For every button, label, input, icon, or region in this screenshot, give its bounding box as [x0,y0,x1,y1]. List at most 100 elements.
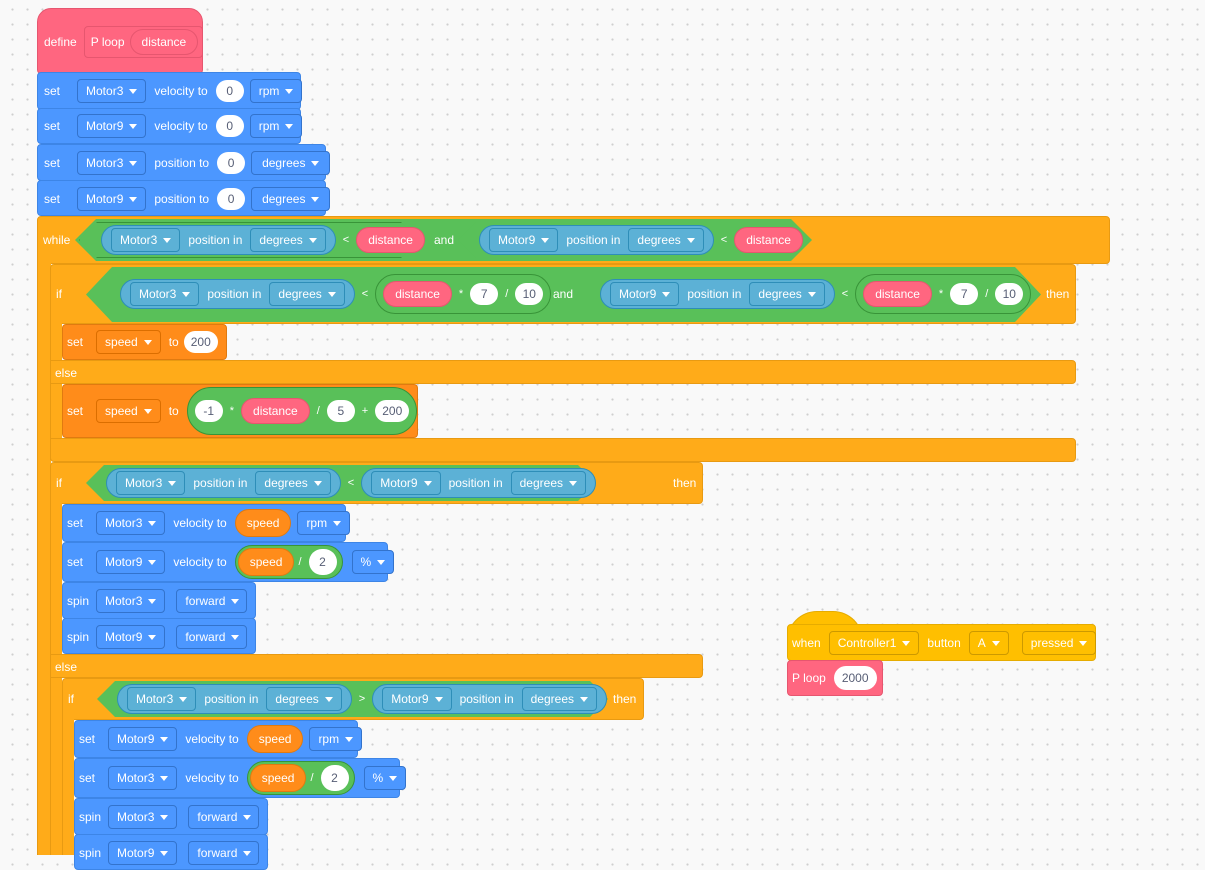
direction-value: forward [185,630,226,644]
motor-dropdown[interactable]: Motor3 [96,511,166,535]
motor3-position-reporter[interactable]: Motor3 position in degrees [120,279,355,309]
block-label: position to [154,156,210,170]
unit-dropdown[interactable]: degrees [269,282,345,306]
less-than-sign: < [342,234,350,246]
motor-dropdown[interactable]: Motor9 [108,841,178,865]
unit-dropdown[interactable]: degrees [521,687,597,711]
reporter-label: position in [687,287,742,301]
button-dropdown[interactable]: A [968,631,1009,655]
motor-dropdown[interactable]: Motor3 [127,687,197,711]
define-keyword: define [44,35,77,49]
divide-sign: / [310,772,314,784]
divide-operator[interactable]: speed / 2 [246,761,355,795]
distance-reporter[interactable]: distance [734,227,803,253]
motor-dropdown[interactable]: Motor3 [108,805,178,829]
motor-value: Motor3 [136,692,174,706]
motor-dropdown[interactable]: Motor9 [489,228,559,252]
then-keyword: then [673,476,697,490]
motor-dropdown[interactable]: Motor9 [96,625,166,649]
unit-dropdown[interactable]: degrees [628,228,704,252]
unit-dropdown[interactable]: rpm [297,511,351,535]
motor3-position-reporter[interactable]: Motor3 position in degrees [106,468,341,498]
direction-dropdown[interactable]: forward [176,625,248,649]
controller-dropdown[interactable]: Controller1 [828,631,920,655]
distance-reporter[interactable]: distance [241,398,310,424]
motor9-position-reporter[interactable]: Motor9 position in degrees [600,279,835,309]
motor-value: Motor3 [120,233,158,247]
speed-reporter[interactable]: speed [237,548,295,576]
number-input[interactable]: 10 [995,283,1024,305]
motor9-position-reporter[interactable]: Motor9 position in degrees [372,684,607,714]
state-dropdown[interactable]: pressed [1021,631,1097,655]
motor-dropdown[interactable]: Motor3 [111,228,181,252]
motor-value: Motor3 [86,156,124,170]
number-input[interactable]: 7 [470,283,499,305]
divide-operator[interactable]: speed / 2 [234,545,343,579]
number-input[interactable]: 2 [320,765,349,791]
motor-value: Motor9 [117,846,155,860]
value-input[interactable]: 0 [217,188,246,210]
motor-dropdown[interactable]: Motor9 [382,687,452,711]
unit-dropdown[interactable]: degrees [251,187,331,211]
direction-dropdown[interactable]: forward [176,589,248,613]
value-input[interactable]: 200 [183,331,218,353]
motor9-position-reporter[interactable]: Motor9 position in degrees [361,468,596,498]
variable-dropdown[interactable]: speed [96,330,161,354]
argument-input[interactable]: 2000 [833,666,877,690]
number-input[interactable]: 5 [326,400,355,422]
add-operator[interactable]: -1 * distance / 5 + 200 [186,387,418,435]
unit-dropdown[interactable]: rpm [309,727,363,751]
value-input[interactable]: 0 [217,152,246,174]
unit-dropdown[interactable]: rpm [249,79,303,103]
unit-dropdown[interactable]: rpm [249,114,303,138]
number-input[interactable]: 10 [515,283,544,305]
unit-dropdown[interactable]: degrees [266,687,342,711]
unit-value: % [372,771,384,785]
unit-dropdown[interactable]: degrees [255,471,331,495]
motor-dropdown[interactable]: Motor3 [77,79,147,103]
motor-dropdown[interactable]: Motor9 [96,550,166,574]
motor-dropdown[interactable]: Motor3 [116,471,186,495]
param-distance[interactable]: distance [129,29,199,55]
motor9-position-reporter[interactable]: Motor9 position in degrees [479,225,714,255]
motor-dropdown[interactable]: Motor3 [130,282,200,306]
motor-dropdown[interactable]: Motor3 [77,151,147,175]
unit-dropdown[interactable]: degrees [251,151,331,175]
motor-dropdown[interactable]: Motor9 [77,187,147,211]
distance-reporter[interactable]: distance [863,281,932,307]
unit-dropdown[interactable]: degrees [250,228,326,252]
motor-dropdown[interactable]: Motor3 [108,766,178,790]
distance-reporter[interactable]: distance [356,227,425,253]
chevron-down-icon [807,291,816,297]
number-input[interactable]: -1 [194,400,223,422]
motor3-position-reporter[interactable]: Motor3 position in degrees [101,225,336,255]
divide-operator[interactable]: distance * 7 / 10 [375,274,552,314]
motor-value: Motor3 [125,476,163,490]
unit-dropdown[interactable]: degrees [510,471,586,495]
if-keyword: if [56,287,62,301]
speed-reporter[interactable]: speed [246,725,304,753]
unit-dropdown[interactable]: % [363,766,407,790]
unit-dropdown[interactable]: degrees [749,282,825,306]
motor-dropdown[interactable]: Motor9 [610,282,680,306]
motor-dropdown[interactable]: Motor3 [96,589,166,613]
divide-operator[interactable]: distance * 7 / 10 [855,274,1032,314]
motor-dropdown[interactable]: Motor9 [108,727,178,751]
unit-dropdown[interactable]: % [351,550,395,574]
number-input[interactable]: 200 [375,400,410,422]
variable-value: speed [105,404,138,418]
number-input[interactable]: 2 [308,549,337,575]
number-input[interactable]: 7 [950,283,979,305]
motor-dropdown[interactable]: Motor9 [371,471,441,495]
motor-dropdown[interactable]: Motor9 [77,114,147,138]
speed-reporter[interactable]: speed [234,509,292,537]
value-input[interactable]: 0 [215,80,244,102]
value-input[interactable]: 0 [215,115,244,137]
variable-dropdown[interactable]: speed [96,399,161,423]
speed-reporter[interactable]: speed [249,764,307,792]
direction-dropdown[interactable]: forward [188,805,260,829]
block-verb: set [79,732,96,746]
direction-dropdown[interactable]: forward [188,841,260,865]
motor3-position-reporter[interactable]: Motor3 position in degrees [117,684,352,714]
distance-reporter[interactable]: distance [383,281,452,307]
